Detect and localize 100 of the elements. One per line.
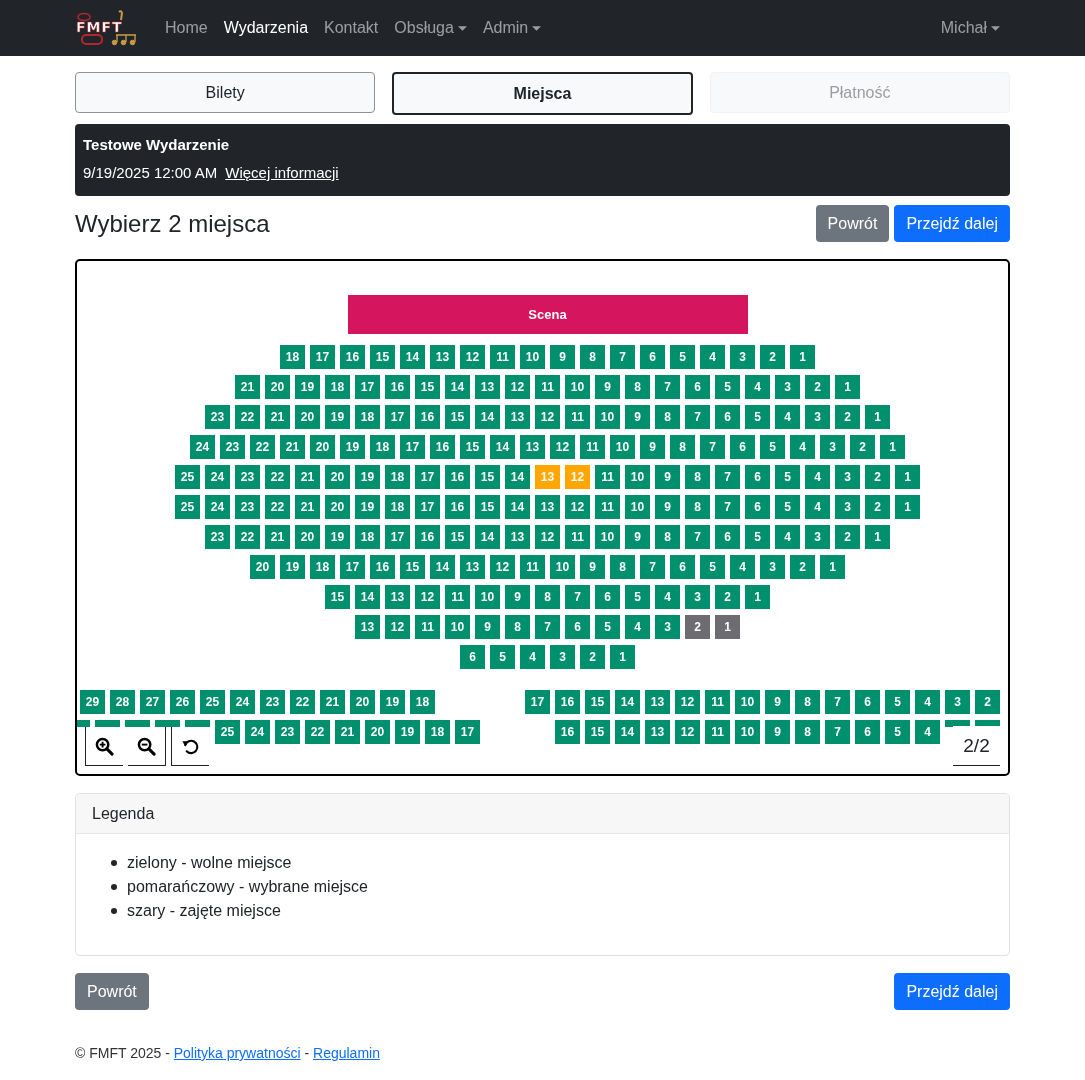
seat[interactable]: 11 bbox=[490, 345, 515, 369]
seat[interactable]: 22 bbox=[235, 525, 260, 549]
seat[interactable]: 25 bbox=[215, 720, 240, 744]
seat[interactable]: 7 bbox=[685, 525, 710, 549]
seat[interactable]: 7 bbox=[535, 615, 560, 639]
seat[interactable]: 7 bbox=[655, 375, 680, 399]
seat[interactable]: 3 bbox=[945, 690, 970, 714]
seat[interactable]: 8 bbox=[655, 405, 680, 429]
seat[interactable]: 18 bbox=[410, 690, 435, 714]
seat[interactable]: 11 bbox=[415, 615, 440, 639]
seat[interactable]: 1 bbox=[820, 555, 845, 579]
seat[interactable]: 19 bbox=[380, 690, 405, 714]
seat[interactable]: 15 bbox=[475, 495, 500, 519]
seat[interactable]: 16 bbox=[415, 405, 440, 429]
seat[interactable]: 10 bbox=[520, 345, 545, 369]
seat[interactable]: 9 bbox=[595, 375, 620, 399]
seat[interactable]: 6 bbox=[595, 585, 620, 609]
seat[interactable]: 5 bbox=[700, 555, 725, 579]
seat[interactable]: 14 bbox=[400, 345, 425, 369]
seat[interactable]: 8 bbox=[685, 495, 710, 519]
seat[interactable]: 8 bbox=[795, 720, 820, 744]
seat[interactable]: 4 bbox=[625, 615, 650, 639]
nav-link[interactable]: Kontakt bbox=[316, 11, 387, 45]
seat[interactable]: 2 bbox=[790, 555, 815, 579]
seat[interactable]: 25 bbox=[175, 495, 200, 519]
seat[interactable]: 1 bbox=[865, 405, 890, 429]
seat[interactable]: 19 bbox=[355, 495, 380, 519]
seat[interactable]: 9 bbox=[640, 435, 665, 459]
seat[interactable]: 15 bbox=[585, 690, 610, 714]
back-button[interactable]: Powrót bbox=[75, 973, 149, 1010]
seat[interactable]: 2 bbox=[865, 465, 890, 489]
seat[interactable]: 13 bbox=[355, 615, 380, 639]
zoom-out-button[interactable] bbox=[128, 727, 166, 766]
seat[interactable]: 24 bbox=[245, 720, 270, 744]
seat[interactable]: 14 bbox=[615, 720, 640, 744]
seat[interactable]: 9 bbox=[475, 615, 500, 639]
seat[interactable]: 18 bbox=[355, 405, 380, 429]
seat[interactable]: 11 bbox=[520, 555, 545, 579]
seat[interactable]: 8 bbox=[655, 525, 680, 549]
seat[interactable]: 2 bbox=[685, 615, 710, 639]
seat[interactable]: 12 bbox=[385, 615, 410, 639]
seat[interactable]: 4 bbox=[915, 690, 940, 714]
seat[interactable]: 16 bbox=[370, 555, 395, 579]
seat[interactable]: 8 bbox=[505, 615, 530, 639]
seat[interactable]: 1 bbox=[895, 495, 920, 519]
seat[interactable]: 17 bbox=[340, 555, 365, 579]
seat[interactable]: 6 bbox=[565, 615, 590, 639]
seat[interactable]: 15 bbox=[585, 720, 610, 744]
seat[interactable]: 17 bbox=[400, 435, 425, 459]
seat[interactable]: 12 bbox=[505, 375, 530, 399]
seat[interactable]: 10 bbox=[625, 495, 650, 519]
seat[interactable]: 16 bbox=[445, 465, 470, 489]
seat[interactable]: 5 bbox=[625, 585, 650, 609]
seat[interactable]: 8 bbox=[535, 585, 560, 609]
step-tab[interactable]: Bilety bbox=[75, 72, 376, 113]
seat[interactable]: 23 bbox=[235, 495, 260, 519]
seat[interactable]: 16 bbox=[430, 435, 455, 459]
seat[interactable]: 22 bbox=[235, 405, 260, 429]
seat[interactable]: 17 bbox=[385, 525, 410, 549]
seat[interactable]: 9 bbox=[655, 495, 680, 519]
seat[interactable]: 9 bbox=[765, 690, 790, 714]
seat[interactable]: 21 bbox=[295, 495, 320, 519]
seat[interactable]: 5 bbox=[595, 615, 620, 639]
seat[interactable]: 16 bbox=[555, 720, 580, 744]
seat[interactable]: 1 bbox=[895, 465, 920, 489]
seat[interactable]: 5 bbox=[760, 435, 785, 459]
next-button[interactable]: Przejdź dalej bbox=[894, 205, 1010, 242]
seat[interactable]: 23 bbox=[205, 405, 230, 429]
seat[interactable]: 8 bbox=[670, 435, 695, 459]
seat[interactable]: 9 bbox=[580, 555, 605, 579]
seat[interactable]: 14 bbox=[490, 435, 515, 459]
seat[interactable]: 18 bbox=[425, 720, 450, 744]
seat[interactable]: 6 bbox=[685, 375, 710, 399]
seat[interactable]: 7 bbox=[715, 495, 740, 519]
seat[interactable]: 12 bbox=[490, 555, 515, 579]
seat[interactable]: 6 bbox=[855, 720, 880, 744]
seat[interactable]: 16 bbox=[385, 375, 410, 399]
seat[interactable]: 19 bbox=[325, 525, 350, 549]
seat[interactable]: 6 bbox=[460, 645, 485, 669]
seat[interactable]: 4 bbox=[805, 465, 830, 489]
seat[interactable]: 17 bbox=[415, 465, 440, 489]
seat[interactable]: 14 bbox=[445, 375, 470, 399]
seat[interactable]: 21 bbox=[265, 405, 290, 429]
seat[interactable]: 4 bbox=[520, 645, 545, 669]
seat[interactable]: 1 bbox=[835, 375, 860, 399]
seat[interactable]: 9 bbox=[505, 585, 530, 609]
seat[interactable]: 7 bbox=[700, 435, 725, 459]
seat[interactable]: 3 bbox=[760, 555, 785, 579]
seat[interactable]: 20 bbox=[250, 555, 275, 579]
seat[interactable]: 14 bbox=[615, 690, 640, 714]
seat[interactable]: 22 bbox=[250, 435, 275, 459]
seat[interactable]: 10 bbox=[445, 615, 470, 639]
seat[interactable]: 13 bbox=[385, 585, 410, 609]
seat[interactable]: 15 bbox=[325, 585, 350, 609]
zoom-in-button[interactable] bbox=[85, 727, 123, 766]
seat[interactable]: 8 bbox=[625, 375, 650, 399]
seat[interactable]: 22 bbox=[265, 495, 290, 519]
seat[interactable]: 10 bbox=[625, 465, 650, 489]
seat[interactable]: 18 bbox=[310, 555, 335, 579]
seat[interactable]: 13 bbox=[645, 720, 670, 744]
